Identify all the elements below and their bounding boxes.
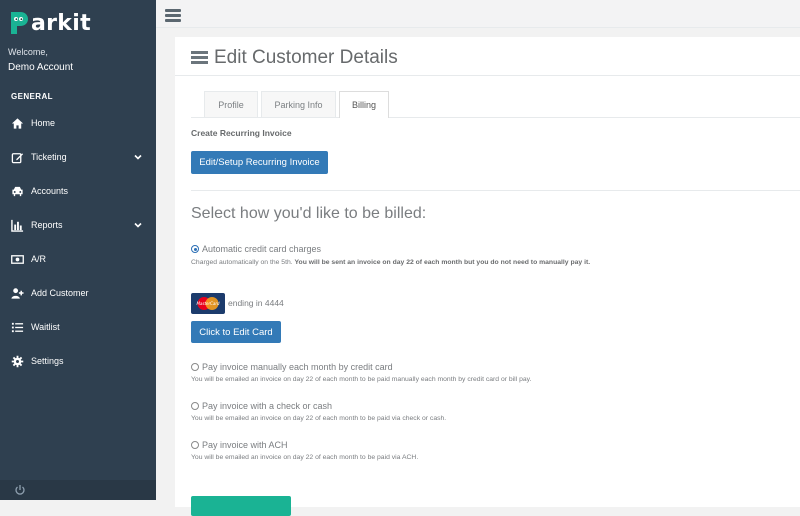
option-description: You will be emailed an invoice on day 22… [191, 454, 419, 461]
parkit-logo[interactable]: arkit [8, 8, 91, 38]
sidebar-item-label: Waitlist [31, 322, 60, 332]
sidebar-item-waitlist[interactable]: Waitlist [0, 312, 156, 342]
home-icon [10, 116, 24, 130]
svg-text:MasterCard: MasterCard [196, 301, 220, 306]
radio-manual-card[interactable] [191, 363, 199, 371]
main-panel: Edit Customer Details Profile Parking In… [175, 37, 800, 516]
option-label: Pay invoice manually each month by credi… [202, 362, 393, 372]
sidebar-item-reports[interactable]: Reports [0, 210, 156, 240]
billing-option-manual-card[interactable]: Pay invoice manually each month by credi… [191, 362, 393, 372]
sidebar-item-ar[interactable]: A/R [0, 244, 156, 274]
billing-option-check-cash[interactable]: Pay invoice with a check or cash [191, 401, 332, 411]
edit-icon [10, 150, 24, 164]
sidebar: arkit Welcome, Demo Account GENERAL Home… [0, 0, 156, 500]
recurring-invoice-label: Create Recurring Invoice [191, 128, 292, 138]
chevron-down-icon [134, 154, 142, 160]
option-label: Automatic credit card charges [202, 244, 322, 254]
sidebar-item-label: Settings [31, 356, 64, 366]
sidebar-item-label: A/R [31, 254, 47, 264]
gear-icon [10, 354, 24, 368]
description-text: Charged automatically on the 5th. [191, 259, 295, 266]
money-icon [10, 252, 24, 266]
tab-billing[interactable]: Billing [339, 91, 389, 118]
option-description: You will be emailed an invoice on day 22… [191, 415, 447, 422]
chevron-down-icon [134, 222, 142, 228]
billing-option-ach[interactable]: Pay invoice with ACH [191, 440, 288, 450]
tab-bar: Profile Parking Info Billing [191, 91, 800, 118]
user-plus-icon [10, 286, 24, 300]
car-icon [10, 184, 24, 198]
nav-section-title: GENERAL [11, 92, 53, 101]
sidebar-item-home[interactable]: Home [0, 108, 156, 138]
mastercard-icon: MasterCard [191, 293, 225, 314]
option-description: You will be emailed an invoice on day 22… [191, 376, 532, 383]
sidebar-item-label: Ticketing [31, 152, 67, 162]
edit-recurring-invoice-button[interactable]: Edit/Setup Recurring Invoice [191, 151, 328, 174]
sidebar-item-label: Accounts [31, 186, 69, 196]
edit-card-button[interactable]: Click to Edit Card [191, 321, 281, 343]
option-label: Pay invoice with ACH [202, 440, 288, 450]
divider [175, 75, 800, 76]
sidebar-item-label: Add Customer [31, 288, 89, 298]
bars-icon [191, 51, 208, 65]
sidebar-item-accounts[interactable]: Accounts [0, 176, 156, 206]
welcome-text: Welcome, [8, 47, 48, 57]
top-bar [156, 0, 800, 28]
sidebar-item-ticketing[interactable]: Ticketing [0, 142, 156, 172]
divider [191, 190, 800, 191]
page-title: Edit Customer Details [214, 47, 398, 68]
list-icon [10, 320, 24, 334]
menu-toggle-icon[interactable] [165, 9, 181, 23]
option-description: Charged automatically on the 5th. You wi… [191, 259, 590, 266]
sidebar-footer [0, 480, 156, 500]
sidebar-item-label: Reports [31, 220, 63, 230]
account-name: Demo Account [8, 62, 74, 73]
power-icon[interactable] [14, 484, 26, 496]
sidebar-item-settings[interactable]: Settings [0, 346, 156, 376]
tab-profile[interactable]: Profile [204, 91, 258, 117]
radio-check-cash[interactable] [191, 402, 199, 410]
logo-p-icon [11, 12, 28, 34]
page-header: Edit Customer Details [191, 47, 398, 69]
radio-automatic[interactable] [191, 245, 199, 253]
radio-ach[interactable] [191, 441, 199, 449]
card-ending: ending in 4444 [228, 298, 284, 308]
sidebar-item-label: Home [31, 118, 56, 128]
billing-option-automatic[interactable]: Automatic credit card charges [191, 244, 321, 254]
logo-text: arkit [31, 10, 91, 36]
sidebar-item-add-customer[interactable]: Add Customer [0, 278, 156, 308]
tab-parking-info[interactable]: Parking Info [261, 91, 336, 117]
bar-chart-icon [10, 218, 24, 232]
description-bold-text: You will be sent an invoice on day 22 of… [294, 259, 591, 266]
option-label: Pay invoice with a check or cash [202, 401, 333, 411]
save-button[interactable] [191, 496, 291, 516]
billing-heading: Select how you'd like to be billed: [191, 205, 427, 222]
